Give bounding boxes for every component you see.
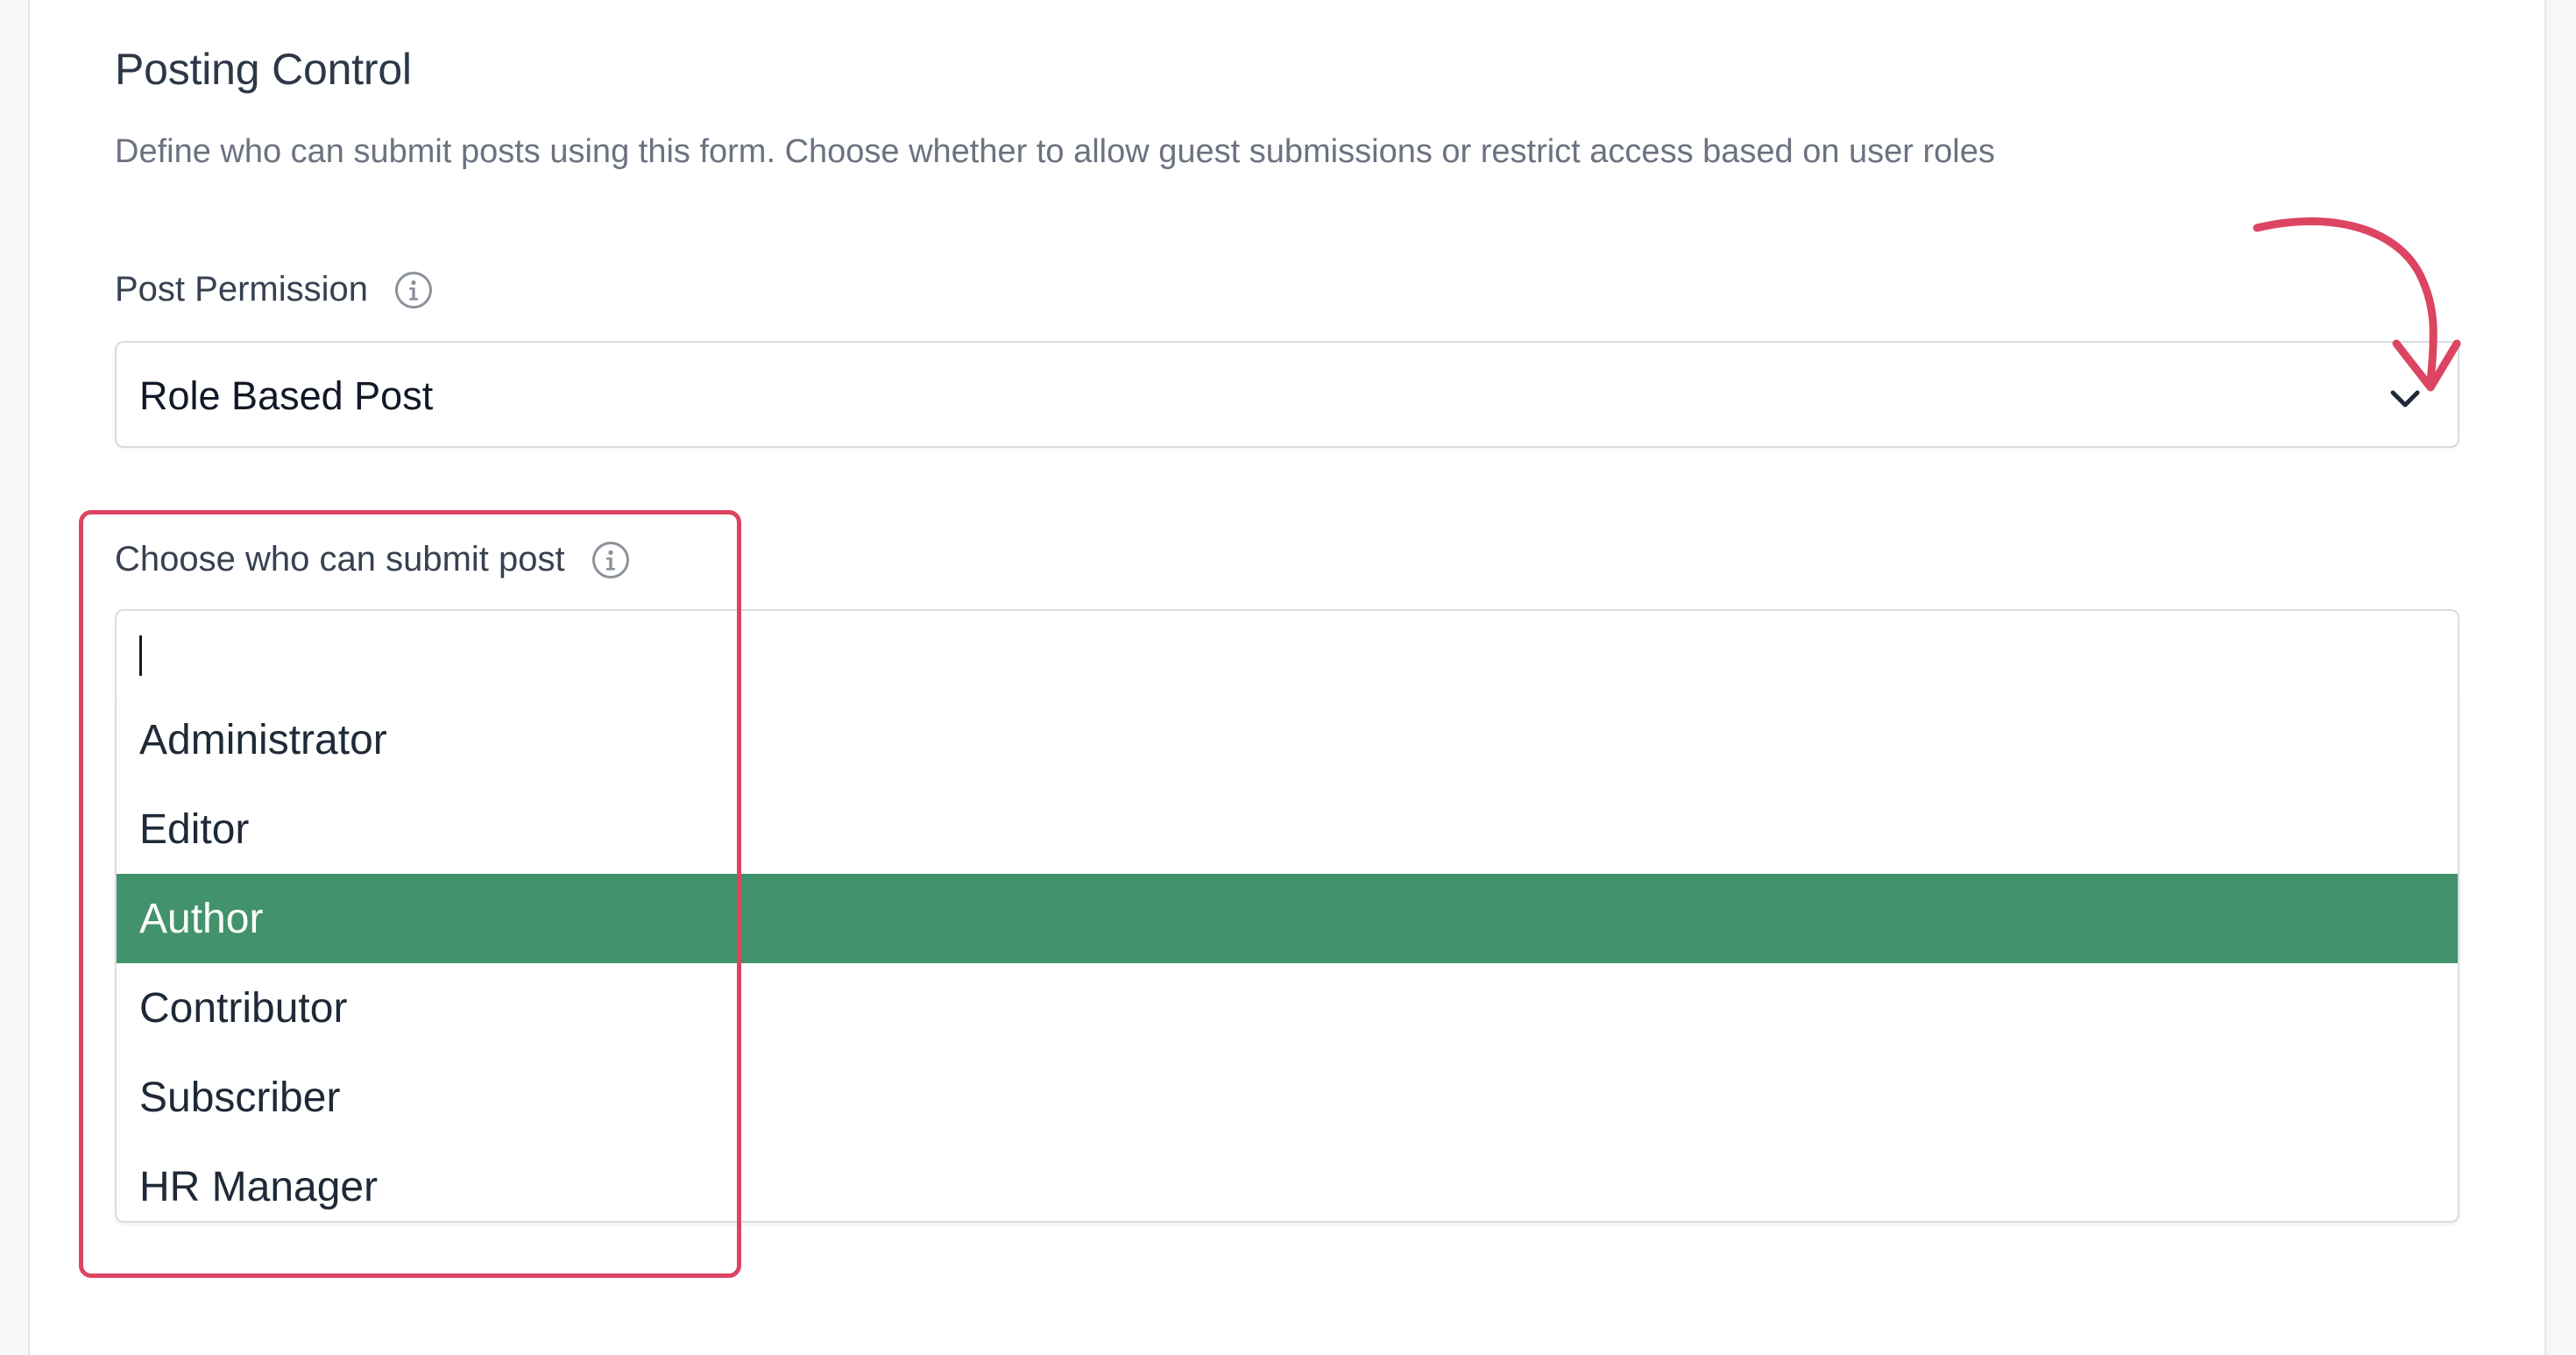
post-permission-value: Role Based Post — [139, 373, 434, 418]
post-permission-label-text: Post Permission — [115, 270, 368, 309]
page: Posting Control Define who can submit po… — [0, 0, 2576, 1355]
post-permission-label: Post Permission — [115, 270, 433, 309]
section-description: Define who can submit posts using this f… — [115, 133, 1995, 170]
curved-arrow-icon — [2253, 217, 2461, 392]
annotation-highlight-box — [79, 510, 741, 1278]
info-icon[interactable] — [394, 271, 433, 309]
post-permission-select[interactable]: Role Based Post — [115, 341, 2459, 448]
section-title: Posting Control — [115, 45, 412, 94]
